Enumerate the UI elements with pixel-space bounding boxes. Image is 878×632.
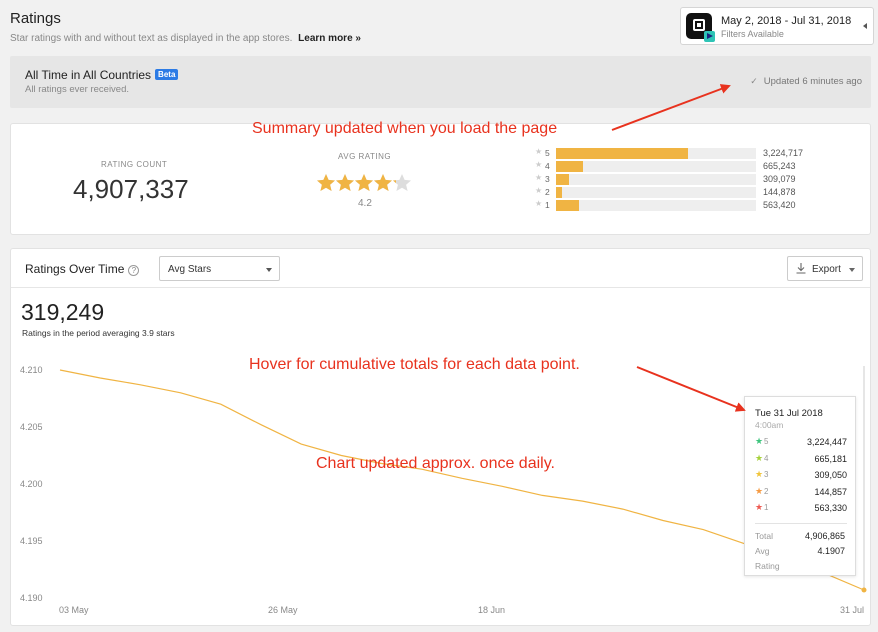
tooltip-row-value: 665,181 bbox=[814, 453, 847, 464]
tooltip-row: ★ 5 3,224,447 bbox=[755, 436, 847, 449]
tooltip-total-label: Total bbox=[755, 531, 773, 541]
y-tick-label: 4.190 bbox=[20, 593, 43, 603]
y-tick-label: 4.210 bbox=[20, 365, 43, 375]
data-point[interactable] bbox=[861, 587, 867, 593]
star-icon: ★ bbox=[755, 502, 764, 512]
x-tick-label: 18 Jun bbox=[478, 605, 505, 615]
star-icon: ★ bbox=[755, 469, 764, 479]
divider bbox=[755, 523, 847, 524]
y-tick-label: 4.195 bbox=[20, 536, 43, 546]
annotation-chart-update: Chart updated approx. once daily. bbox=[316, 455, 555, 472]
tooltip-row-value: 563,330 bbox=[814, 503, 847, 513]
tooltip-row: ★ 3 309,050 bbox=[755, 469, 847, 482]
tooltip-avg-label: Avg bbox=[755, 546, 770, 556]
tooltip-row-value: 144,857 bbox=[814, 486, 847, 497]
tooltip-row-star: 4 bbox=[764, 453, 769, 463]
tooltip-total-value: 4,906,865 bbox=[804, 531, 845, 541]
annotation-summary: Summary updated when you load the page bbox=[252, 120, 558, 137]
tooltip-row: ★ 2 144,857 bbox=[755, 485, 847, 499]
tooltip-rating-label: Rating bbox=[755, 561, 780, 571]
x-tick-label: 03 May bbox=[59, 605, 89, 615]
y-tick-label: 4.200 bbox=[20, 479, 43, 489]
tooltip-row-star: 5 bbox=[764, 437, 769, 446]
tooltip-row-value: 3,224,447 bbox=[806, 437, 847, 447]
chart-tooltip: Tue 31 Jul 2018 4:00am ★ 5 3,224,447 ★ 4 665,… bbox=[744, 396, 856, 576]
star-icon: ★ bbox=[755, 485, 764, 496]
tooltip-time: 4:00am bbox=[755, 420, 784, 430]
tooltip-avg-value: 4.1907 bbox=[817, 546, 845, 556]
x-tick-label: 26 May bbox=[268, 605, 298, 615]
tooltip-row-star: 2 bbox=[764, 486, 769, 496]
star-icon: ★ bbox=[755, 436, 764, 446]
star-icon: ★ bbox=[755, 452, 764, 463]
tooltip-date: Tue 31 Jul 2018 bbox=[755, 408, 823, 419]
tooltip-row-star: 3 bbox=[764, 470, 769, 479]
tooltip-row-star: 1 bbox=[764, 503, 769, 512]
tooltip-row-value: 309,050 bbox=[814, 470, 847, 480]
tooltip-row: ★ 4 665,181 bbox=[755, 452, 847, 466]
annotation-hover: Hover for cumulative totals for each dat… bbox=[249, 356, 580, 373]
y-tick-label: 4.205 bbox=[20, 422, 43, 432]
tooltip-row: ★ 1 563,330 bbox=[755, 502, 847, 515]
x-tick-label: 31 Jul bbox=[840, 605, 864, 615]
